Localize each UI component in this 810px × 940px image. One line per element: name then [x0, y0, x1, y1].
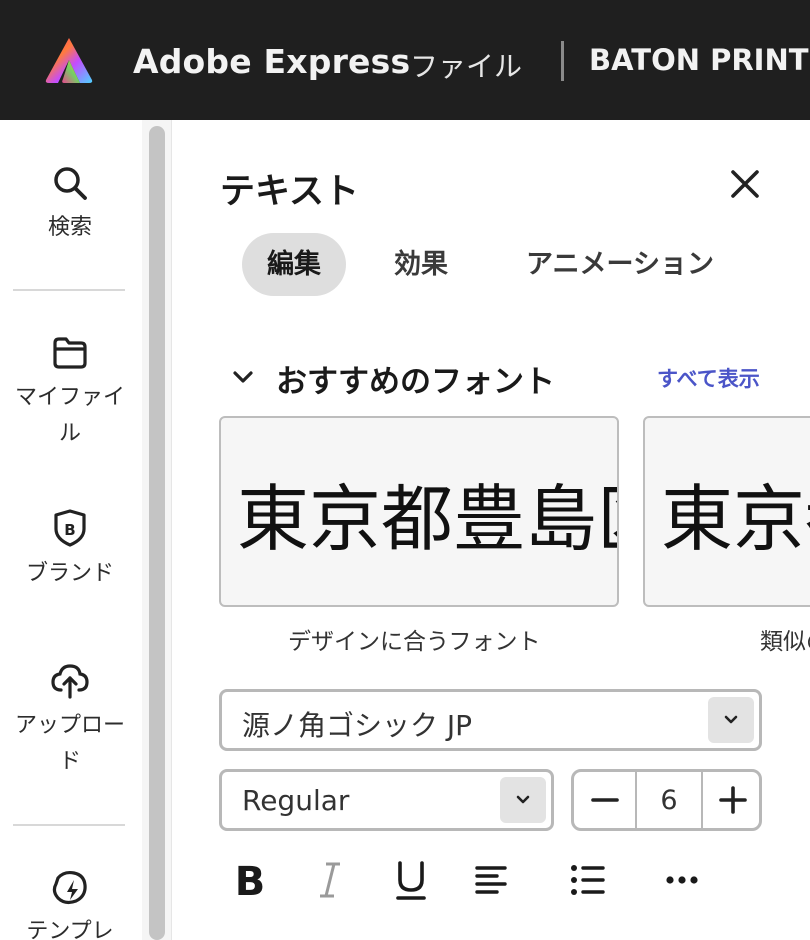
svg-text:B: B [235, 859, 266, 904]
font-sample: 東京都豊島区 [237, 477, 617, 561]
search-icon [54, 167, 87, 200]
rail-separator [13, 289, 125, 291]
top-bar: Adobe Express ファイル BATON PRINT SA [0, 0, 810, 120]
font-card-caption: デザインに合うフォント [288, 629, 541, 655]
chevron-down-icon [516, 795, 530, 804]
font-card[interactable]: 東京都 [643, 416, 810, 607]
rail-item-search[interactable]: 検索 [0, 164, 140, 246]
rail-scrollbar-thumb[interactable] [149, 126, 165, 940]
font-family-dropdown-button[interactable] [708, 697, 754, 743]
tab-animation[interactable]: アニメーション [508, 233, 732, 296]
more-icon[interactable] [658, 856, 706, 904]
file-menu[interactable]: ファイル [410, 45, 522, 85]
font-card-caption: 類似の [760, 629, 810, 655]
rail-item-upload[interactable]: アップロード [0, 662, 140, 780]
brand-icon: B [54, 509, 86, 547]
rail-item-brand[interactable]: B ブランド [0, 508, 140, 592]
rail-separator [13, 824, 125, 826]
svg-text:B: B [64, 521, 75, 539]
align-left-icon[interactable] [467, 856, 515, 904]
left-rail: 検索 マイファイル B ブランド アップロード テンプレ [0, 120, 142, 940]
chevron-down-icon [724, 715, 738, 724]
cloud-upload-icon [51, 664, 89, 699]
show-all-link[interactable]: すべて表示 [657, 363, 760, 393]
font-card[interactable]: 東京都豊島区 [219, 416, 619, 607]
topbar-divider [561, 41, 564, 81]
decrease-size-button[interactable] [574, 772, 636, 828]
font-family-value: 源ノ角ゴシック JP [242, 709, 473, 742]
font-size-stepper: 6 [571, 769, 762, 831]
section-title: おすすめのフォント [276, 364, 555, 400]
document-title[interactable]: BATON PRINT SA [589, 43, 810, 77]
italic-icon[interactable] [306, 856, 354, 904]
list-icon[interactable] [563, 856, 611, 904]
close-icon[interactable] [726, 165, 764, 203]
rail-item-templates[interactable]: テンプレ [0, 868, 140, 940]
tab-edit[interactable]: 編集 [242, 233, 346, 296]
rail-label: アップロード [14, 713, 125, 774]
tab-effects[interactable]: 効果 [375, 233, 467, 296]
bold-icon[interactable]: B [226, 856, 274, 904]
template-icon [52, 870, 87, 905]
panel-title: テキスト [220, 172, 359, 212]
app-title: Adobe Express [133, 42, 411, 81]
increase-size-button[interactable] [702, 772, 764, 828]
font-weight-select[interactable]: Regular [219, 769, 554, 831]
rail-label: テンプレ [26, 919, 114, 940]
font-sample: 東京都 [661, 477, 810, 561]
underline-icon[interactable] [387, 856, 435, 904]
rail-label: 検索 [47, 215, 92, 240]
font-weight-dropdown-button[interactable] [500, 777, 546, 823]
rail-label: ブランド [25, 561, 114, 586]
chevron-down-icon[interactable] [230, 364, 256, 390]
font-weight-value: Regular [242, 784, 350, 817]
font-family-select[interactable]: 源ノ角ゴシック JP [219, 689, 762, 751]
folder-icon [53, 337, 87, 369]
rail-item-my-files[interactable]: マイファイル [0, 334, 140, 452]
rail-label: マイファイル [15, 385, 126, 446]
font-size-input[interactable]: 6 [636, 772, 702, 828]
adobe-express-logo[interactable] [44, 36, 94, 84]
